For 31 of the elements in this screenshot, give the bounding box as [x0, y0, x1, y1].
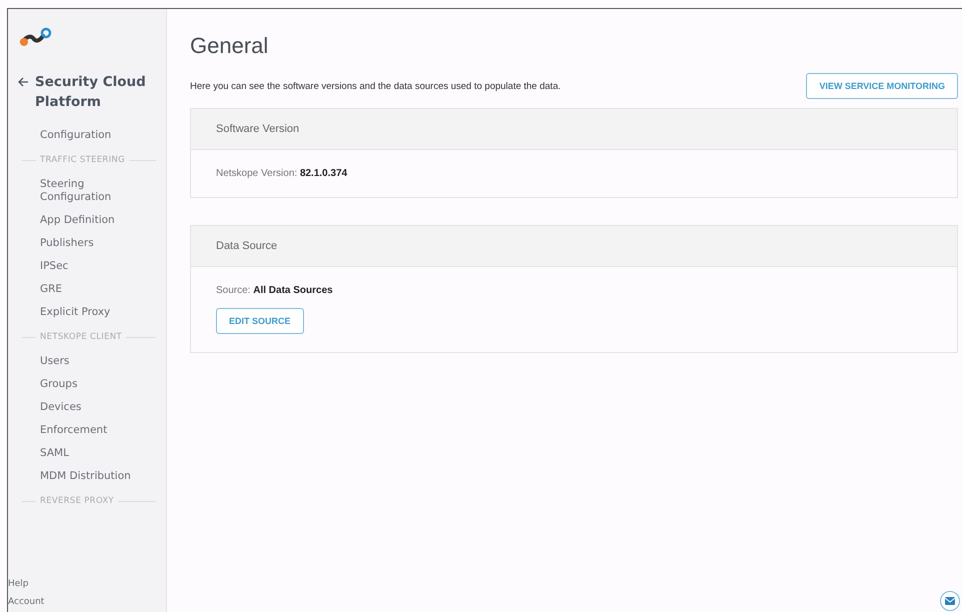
sidebar-item[interactable]: Users — [8, 350, 150, 373]
page-description: Here you can see the software versions and the data sources used to populate the data. — [190, 80, 561, 92]
sidebar-item[interactable]: Steering Configuration — [8, 173, 150, 209]
back-arrow-icon[interactable] — [17, 76, 29, 88]
sidebar-item[interactable]: Publishers — [8, 232, 150, 255]
footer-link[interactable]: Account — [8, 593, 166, 611]
logo-icon — [19, 26, 53, 48]
footer-link[interactable]: Help — [8, 575, 166, 593]
edit-source-button[interactable]: EDIT SOURCE — [216, 308, 304, 334]
sidebar-item[interactable]: Enforcement — [8, 419, 150, 442]
view-service-monitoring-button[interactable]: VIEW SERVICE MONITORING — [806, 73, 958, 99]
sidebar-item[interactable]: IPSec — [8, 255, 150, 278]
sidebar-item[interactable]: Groups — [8, 373, 150, 396]
envelope-icon — [945, 597, 955, 605]
card-title: Software Version — [191, 109, 957, 150]
sidebar-item[interactable]: Devices — [8, 396, 150, 419]
section-heading: TRAFFIC STEERING — [40, 155, 125, 165]
sidebar-item[interactable]: SAML — [8, 442, 150, 465]
section-heading: REVERSE PROXY — [40, 496, 114, 506]
section-heading: NETSKOPE CLIENT — [40, 332, 122, 342]
sidebar-item[interactable]: Explicit Proxy — [8, 301, 150, 324]
sidebar-item[interactable]: Configuration — [8, 124, 150, 147]
page-title: General — [190, 33, 270, 59]
card-text: Netskope Version: 82.1.0.374 — [216, 168, 348, 179]
sidebar-item[interactable]: App Definition — [8, 209, 150, 232]
sidebar-item[interactable]: MDM Distribution — [8, 465, 150, 488]
sidebar-item[interactable]: GRE — [8, 278, 150, 301]
card-title: Data Source — [191, 226, 957, 267]
platform-title[interactable]: Security Cloud Platform — [35, 72, 166, 112]
card-text: Source: All Data Sources — [216, 285, 333, 296]
mail-button[interactable] — [940, 591, 960, 611]
